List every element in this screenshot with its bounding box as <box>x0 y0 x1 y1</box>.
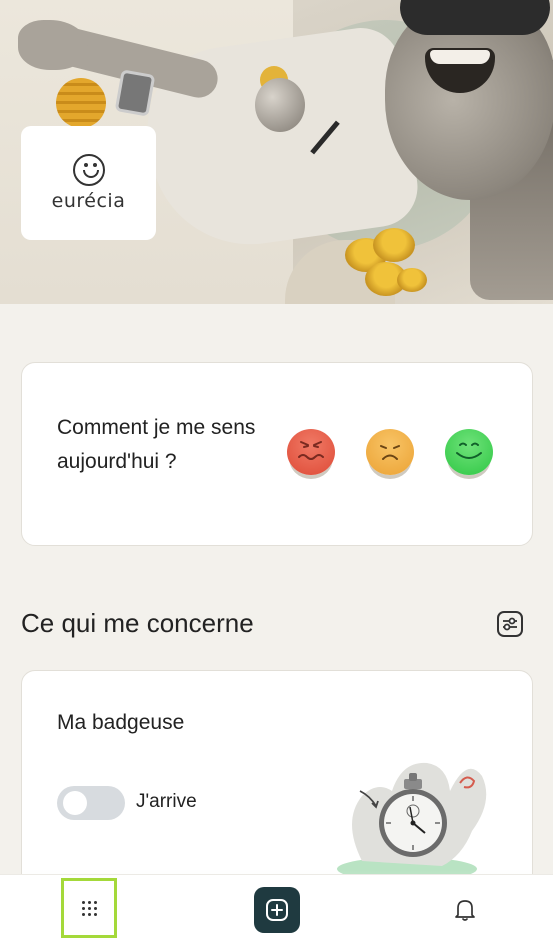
mood-neutral-button[interactable] <box>366 429 414 475</box>
angry-face-icon <box>298 441 324 460</box>
grid-icon <box>81 900 97 916</box>
mood-bad-button[interactable] <box>287 429 335 475</box>
eurecia-logo-icon <box>72 154 105 186</box>
logo-card: eurécia <box>21 126 156 240</box>
logo-text: eurécia <box>51 190 126 212</box>
mood-question: Comment je me sens aujourd'hui ? <box>57 416 256 473</box>
nav-notifications-button[interactable] <box>453 897 477 923</box>
section-title: Ce qui me concerne <box>21 608 254 638</box>
bottom-navigation <box>0 874 553 939</box>
arrive-toggle[interactable] <box>57 786 125 820</box>
happy-face-icon <box>456 442 482 459</box>
sad-face-icon <box>380 445 400 460</box>
badgeuse-title: Ma badgeuse <box>57 711 185 734</box>
mood-card: Comment je me sens aujourd'hui ? <box>21 362 533 546</box>
bell-icon <box>455 900 475 921</box>
sliders-icon <box>503 617 517 631</box>
nav-add-button[interactable] <box>254 887 300 933</box>
mood-good-button[interactable] <box>445 429 493 475</box>
toggle-label: J'arrive <box>136 791 197 812</box>
toggle-knob <box>63 791 87 815</box>
filter-button[interactable] <box>497 611 523 637</box>
hero-banner: eurécia <box>0 0 553 304</box>
stopwatch-illustration <box>337 762 487 881</box>
plus-square-icon <box>266 899 288 921</box>
nav-apps-button[interactable] <box>61 878 117 938</box>
